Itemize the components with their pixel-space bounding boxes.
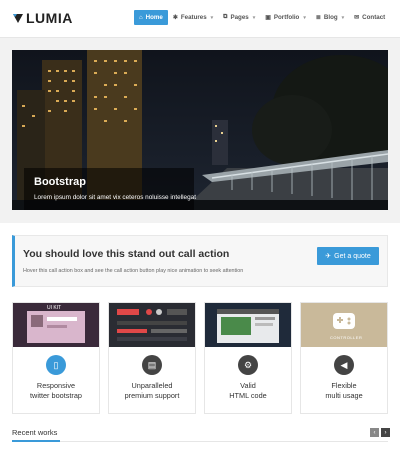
feature-card-flexible[interactable]: CONTROLLER ◀ Flexible multi usage: [300, 302, 388, 414]
feature-label: Responsive twitter bootstrap: [13, 381, 99, 401]
nav-features[interactable]: ✱ Features ▾: [168, 10, 218, 25]
nav-pages-label: Pages: [230, 14, 249, 21]
gear-icon: ✱: [172, 15, 178, 21]
feature-label-line2: multi usage: [325, 391, 363, 400]
nav-contact[interactable]: ✉ Contact: [349, 10, 390, 25]
slider-title: Bootstrap: [34, 176, 86, 188]
feature-label-line1: Flexible: [331, 381, 357, 390]
feature-label-line2: twitter bootstrap: [30, 391, 82, 400]
feature-label-line2: premium support: [124, 391, 180, 400]
nav-blog-label: Blog: [323, 14, 338, 21]
home-icon: ⌂: [139, 14, 143, 21]
feature-thumbnail: CONTROLLER: [301, 303, 387, 347]
nav-features-label: Features: [180, 14, 207, 21]
get-quote-label: Get a quote: [334, 252, 371, 260]
thumbnail-text: CONTROLLER: [330, 335, 363, 340]
feature-thumbnail: [205, 303, 291, 347]
feature-card-support[interactable]: ▤ Unparalleled premium support: [108, 302, 196, 414]
thumbnail-text: UI KIT: [47, 305, 62, 311]
chevron-left-icon[interactable]: ‹: [370, 428, 379, 437]
blog-icon: ≣: [315, 15, 321, 21]
chevron-down-icon: ▾: [210, 14, 214, 21]
chevron-down-icon: ▾: [341, 14, 345, 21]
chevron-right-icon[interactable]: ›: [381, 428, 390, 437]
nav-portfolio-label: Portfolio: [273, 14, 300, 21]
site-header: LUMIA ⌂ Home ✱ Features ▾ ⧉ Pages ▾ ▣ Po…: [0, 0, 400, 38]
feature-label: Unparalleled premium support: [109, 381, 195, 401]
brand-name: LUMIA: [26, 10, 73, 26]
mobile-icon: ▯: [46, 355, 66, 375]
call-action-box[interactable]: You should love this stand out call acti…: [12, 235, 388, 287]
nav-blog[interactable]: ≣ Blog ▾: [311, 10, 349, 25]
cogs-icon: ⚙: [238, 355, 258, 375]
section-divider-accent: [12, 440, 60, 442]
main-nav: ⌂ Home ✱ Features ▾ ⧉ Pages ▾ ▣ Portfoli…: [134, 10, 390, 25]
envelope-icon: ✉: [354, 15, 360, 21]
call-action-subtitle: Hover this call action box and see the c…: [23, 268, 244, 274]
feature-label: Flexible multi usage: [301, 381, 387, 401]
call-action-title: You should love this stand out call acti…: [23, 248, 230, 260]
logo-mark-icon: [13, 14, 23, 23]
portfolio-icon: ▣: [265, 15, 271, 21]
section-divider: [12, 441, 388, 442]
nav-contact-label: Contact: [362, 14, 386, 21]
feature-label-line1: Valid: [240, 381, 256, 390]
carousel-controls: ‹ ›: [370, 428, 390, 437]
nav-pages[interactable]: ⧉ Pages ▾: [218, 10, 260, 25]
plane-icon: ✈: [325, 253, 332, 260]
slider-caption: Bootstrap Lorem ipsum dolor sit amet vix…: [24, 168, 196, 210]
get-quote-button[interactable]: ✈ Get a quote: [317, 247, 379, 265]
hero-slider[interactable]: Bootstrap Lorem ipsum dolor sit amet vix…: [12, 50, 388, 210]
slider-text: Lorem ipsum dolor sit amet vix ceteros n…: [34, 194, 196, 201]
feature-card-responsive[interactable]: UI KIT ▯ Responsive twitter bootstrap: [12, 302, 100, 414]
logo[interactable]: LUMIA: [12, 10, 73, 26]
features-row: UI KIT ▯ Responsive twitter bootstrap ▤ …: [12, 302, 388, 414]
chevron-down-icon: ▾: [252, 14, 256, 21]
feature-label: Valid HTML code: [205, 381, 291, 401]
pages-icon: ⧉: [223, 14, 228, 20]
megaphone-icon: ◀: [334, 355, 354, 375]
feature-thumbnail: UI KIT: [13, 303, 99, 347]
chevron-down-icon: ▾: [303, 14, 306, 21]
recent-works-title: Recent works: [12, 428, 58, 437]
nav-home-label: Home: [145, 14, 163, 21]
hero-section: Bootstrap Lorem ipsum dolor sit amet vix…: [0, 38, 400, 223]
feature-label-line1: Responsive: [36, 381, 76, 390]
feature-label-line1: Unparalleled: [131, 381, 173, 390]
briefcase-icon: ▤: [142, 355, 162, 375]
feature-label-line2: HTML code: [229, 391, 267, 400]
nav-home[interactable]: ⌂ Home: [134, 10, 168, 25]
nav-portfolio[interactable]: ▣ Portfolio ▾: [260, 10, 311, 25]
feature-thumbnail: [109, 303, 195, 347]
feature-card-html[interactable]: ⚙ Valid HTML code: [204, 302, 292, 414]
